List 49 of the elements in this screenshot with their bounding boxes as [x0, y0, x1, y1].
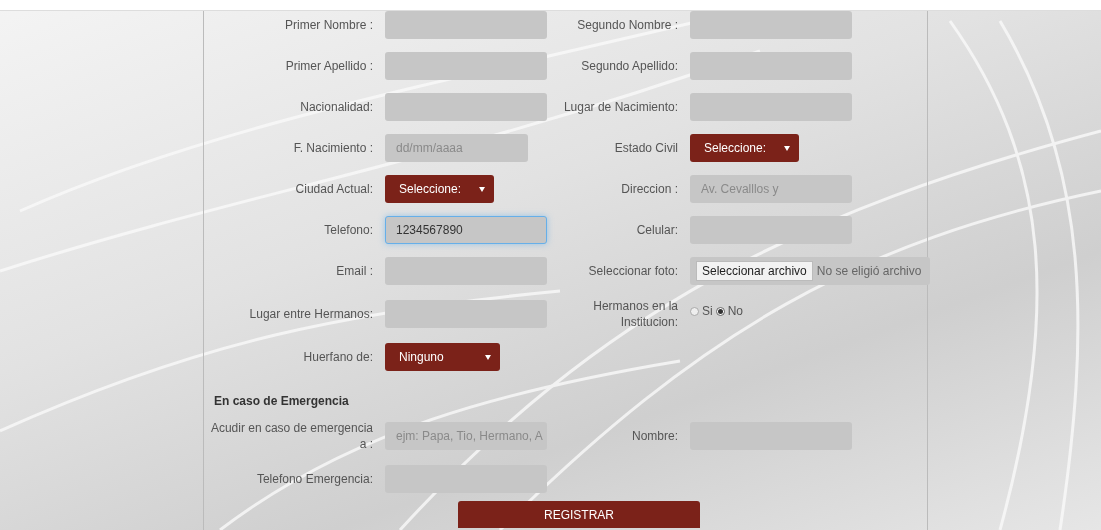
field-label: Email :: [335, 263, 373, 279]
field-label: Segundo Apellido:: [580, 58, 678, 74]
radio-button[interactable]: [690, 306, 699, 316]
field-label: Direccion :: [620, 181, 678, 197]
field-label: Segundo Nombre :: [576, 17, 678, 33]
field-label: Lugar de Nacimiento:: [562, 99, 678, 115]
select-dropdown[interactable]: Ninguno: [385, 343, 500, 371]
submit-button[interactable]: REGISTRAR: [458, 501, 700, 528]
input-field[interactable]: 1234567890: [385, 216, 547, 244]
radio-label: Si: [702, 304, 713, 318]
field-label: F. Nacimiento :: [292, 140, 373, 156]
input-field[interactable]: [690, 11, 852, 39]
input-field[interactable]: Av. Cevalllos y: [690, 175, 852, 203]
input-field[interactable]: [690, 216, 852, 244]
input-field[interactable]: [690, 93, 852, 121]
field-label: Acudir en caso de emergencia a :: [209, 420, 373, 452]
file-status: No se eligió archivo: [816, 264, 922, 278]
input-field[interactable]: [385, 11, 547, 39]
section-heading: En caso de Emergencia: [214, 394, 350, 408]
field-label: Hermanos en la Institucion:: [592, 298, 678, 330]
field-label: Primer Apellido :: [284, 58, 373, 74]
field-label: Lugar entre Hermanos:: [248, 306, 373, 322]
select-dropdown[interactable]: Seleccione:: [385, 175, 495, 203]
caret-icon: [485, 354, 491, 360]
radio-label: No: [727, 304, 743, 318]
date-field[interactable]: dd/mm/aaaa: [385, 134, 528, 162]
input-field[interactable]: [385, 93, 547, 121]
input-field[interactable]: [385, 300, 547, 328]
caret-icon: [784, 145, 791, 151]
file-input[interactable]: Seleccionar archivo No se eligió archivo: [690, 257, 930, 285]
radio-button[interactable]: [715, 306, 725, 316]
field-label: Telefono:: [323, 222, 373, 238]
input-field[interactable]: [385, 465, 547, 493]
input-field[interactable]: ejm: Papa, Tio, Hermano, A: [385, 422, 547, 450]
field-label: Celular:: [635, 222, 678, 238]
caret-icon: [479, 186, 486, 192]
input-field[interactable]: [385, 52, 547, 80]
select-dropdown[interactable]: Seleccione:: [690, 134, 800, 162]
field-label: Estado Civil: [613, 140, 678, 156]
field-label: Seleccionar foto:: [587, 263, 678, 279]
input-field[interactable]: [385, 257, 547, 285]
field-label: Telefono Emergencia:: [255, 471, 373, 487]
field-label: Primer Nombre :: [284, 17, 373, 33]
field-label: Nacionalidad:: [299, 99, 373, 115]
field-label: Ciudad Actual:: [294, 181, 373, 197]
choose-file-button[interactable]: Seleccionar archivo: [696, 261, 813, 281]
field-label: Nombre:: [631, 428, 678, 444]
field-label: Huerfano de:: [302, 349, 373, 365]
input-field[interactable]: [690, 52, 852, 80]
